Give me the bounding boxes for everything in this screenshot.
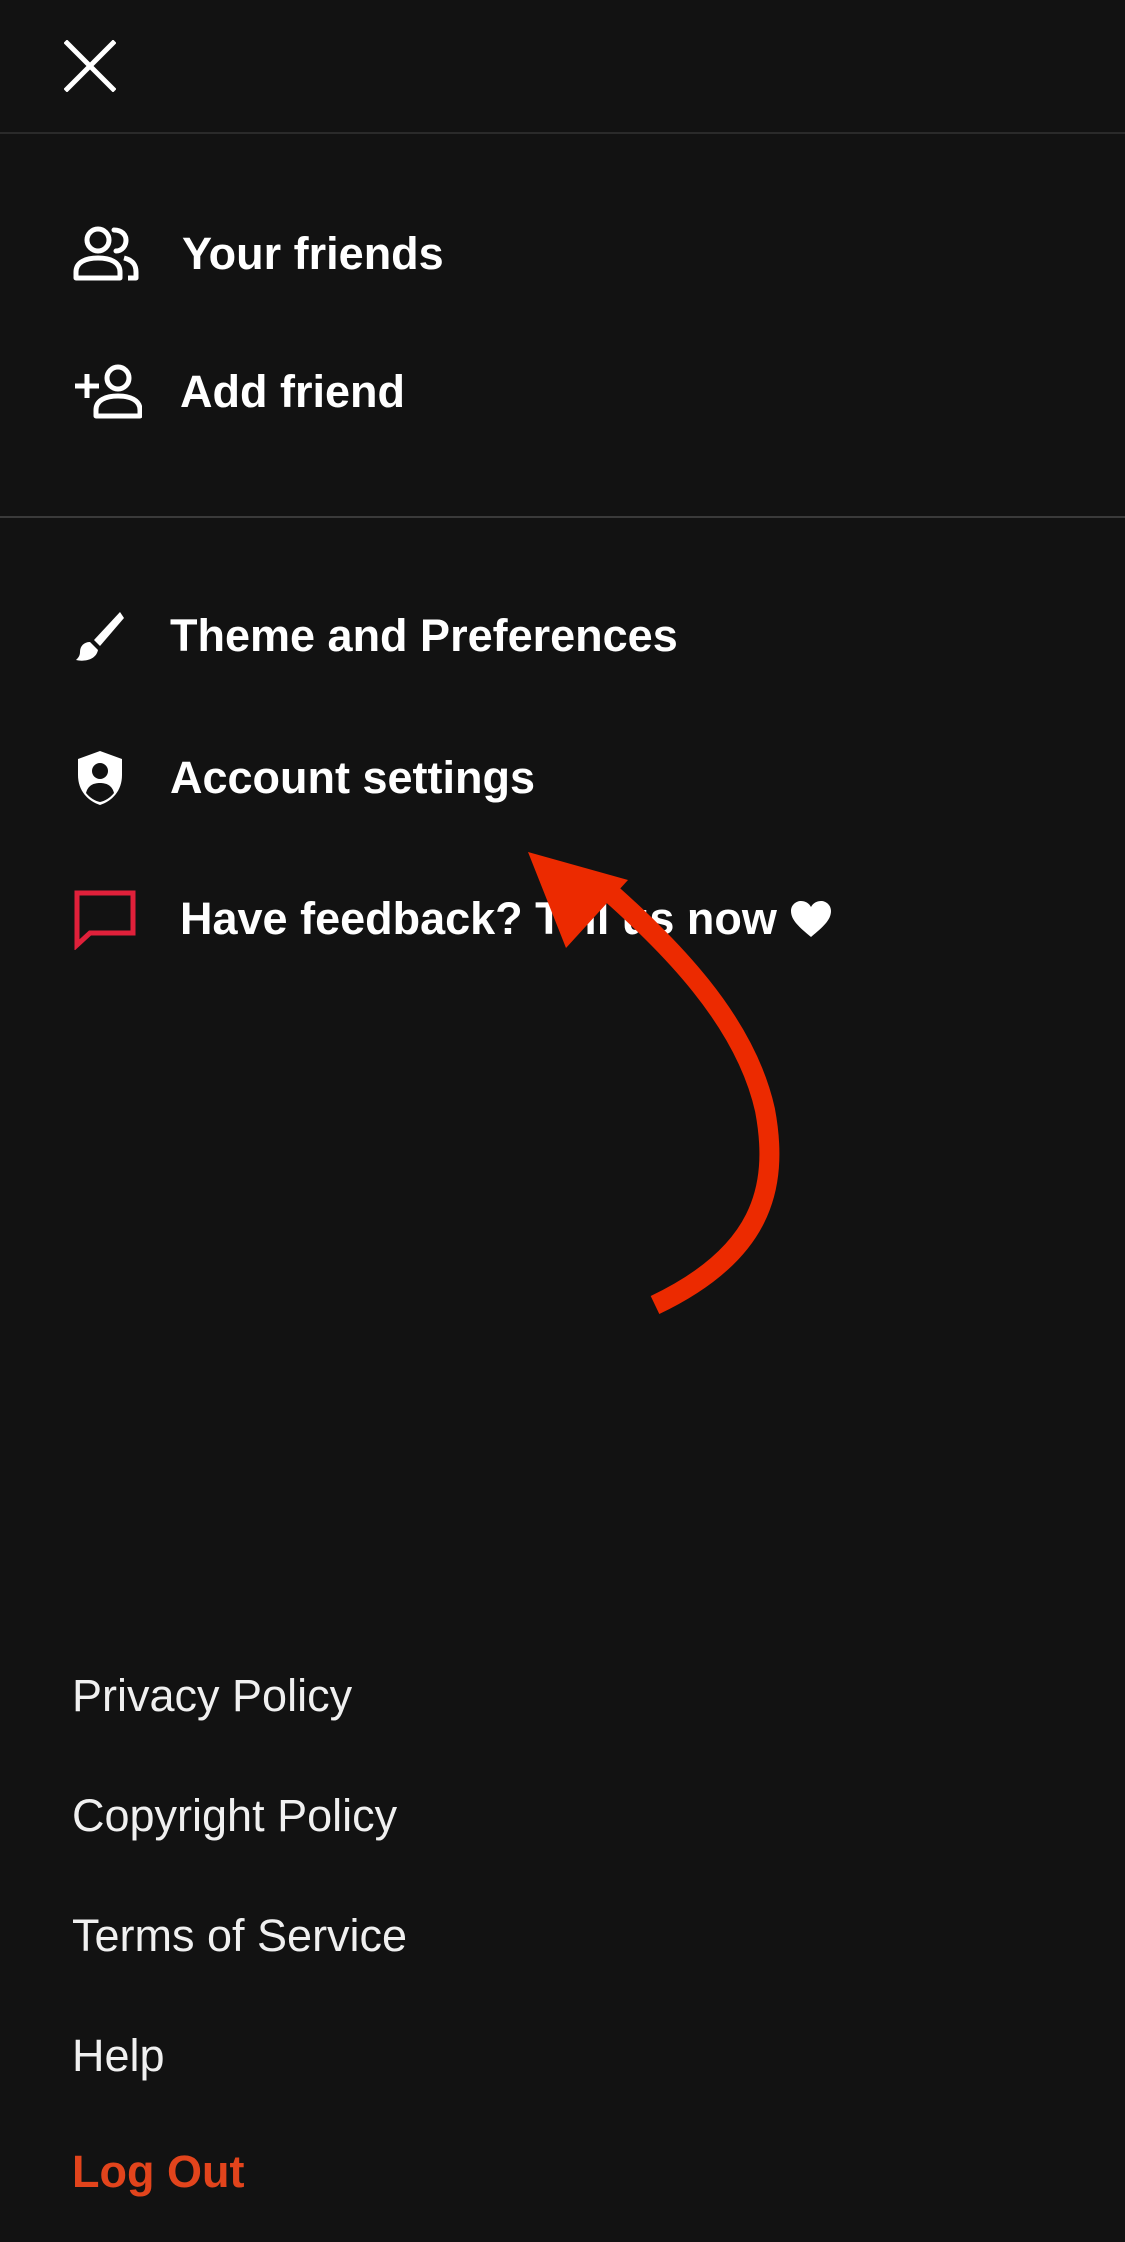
- close-button[interactable]: [56, 32, 124, 100]
- menu-item-label: Your friends: [182, 228, 444, 279]
- menu-item-account-settings[interactable]: Account settings: [72, 748, 535, 808]
- people-icon: [72, 220, 140, 288]
- top-bar: [0, 0, 1125, 134]
- heart-icon: [789, 899, 833, 939]
- menu-item-label: Add friend: [180, 366, 405, 417]
- brush-icon: [72, 608, 128, 664]
- friends-section: Your friends Add friend: [0, 134, 1125, 518]
- menu-item-feedback[interactable]: Have feedback? Tell us now: [72, 888, 833, 950]
- close-icon: [64, 40, 116, 92]
- add-person-icon: [72, 364, 142, 420]
- menu-item-add-friend[interactable]: Add friend: [72, 364, 405, 420]
- help-link[interactable]: Help: [72, 2030, 165, 2082]
- menu-item-label: Have feedback? Tell us now: [180, 893, 777, 944]
- copyright-policy-link[interactable]: Copyright Policy: [72, 1790, 397, 1842]
- privacy-policy-link[interactable]: Privacy Policy: [72, 1670, 352, 1722]
- terms-of-service-link[interactable]: Terms of Service: [72, 1910, 407, 1962]
- menu-item-your-friends[interactable]: Your friends: [72, 220, 444, 288]
- chat-bubble-icon: [72, 888, 138, 950]
- menu-item-label: Account settings: [170, 752, 536, 803]
- log-out-button[interactable]: Log Out: [72, 2146, 244, 2198]
- menu-item-label: Theme and Preferences: [170, 610, 678, 661]
- shield-person-icon: [72, 748, 128, 808]
- menu-item-theme-preferences[interactable]: Theme and Preferences: [72, 608, 678, 664]
